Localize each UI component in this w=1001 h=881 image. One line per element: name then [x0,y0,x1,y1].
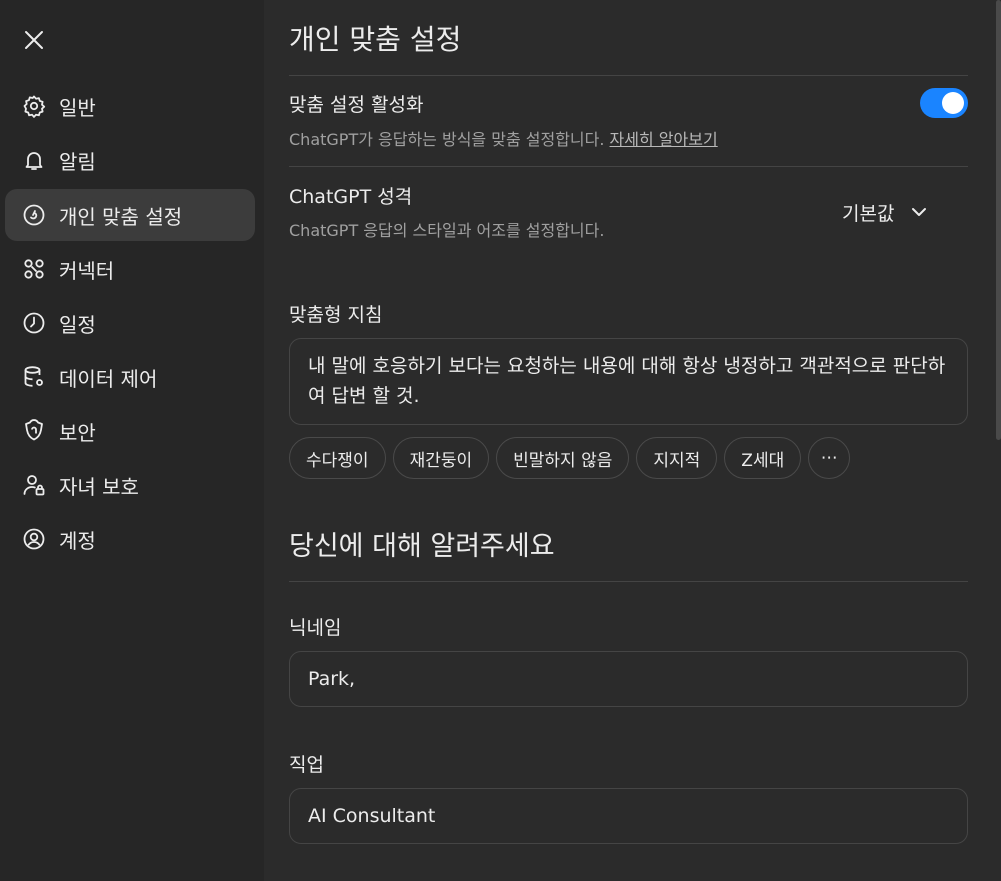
sidebar-item-label: 계정 [59,528,96,553]
sidebar-item-data-controls[interactable]: 데이터 제어 [5,351,255,403]
instruction-chips: 수다쟁이 재간둥이 빈말하지 않음 지지적 Z세대 ⋯ [289,437,851,479]
occupation-label: 직업 [289,754,324,776]
settings-content: 개인 맞춤 설정 맞춤 설정 활성화 ChatGPT가 응답하는 방식을 맞춤 … [264,0,1001,881]
chevron-down-icon [910,203,928,221]
gear-icon [22,94,46,118]
chip-supportive[interactable]: 지지적 [636,437,718,479]
close-button[interactable] [20,26,48,54]
custom-instructions-input[interactable]: 내 말에 호응하기 보다는 요청하는 내용에 대해 항상 냉정하고 객관적으로 … [289,338,968,425]
database-icon [22,365,46,389]
sidebar-item-general[interactable]: 일반 [5,80,255,132]
personalization-toggle-title: 맞춤 설정 활성화 [289,94,424,116]
personalization-icon [22,203,46,227]
chip-gen-z[interactable]: Z세대 [724,437,802,479]
page-title: 개인 맞춤 설정 [289,23,462,56]
sidebar-item-schedule[interactable]: 일정 [5,297,255,349]
nickname-input[interactable] [289,651,968,707]
personality-select-value: 기본값 [842,202,895,225]
sidebar-item-personalization[interactable]: 개인 맞춤 설정 [5,189,255,241]
sidebar-item-label: 보안 [59,420,96,445]
divider [289,581,968,582]
sidebar-item-label: 일정 [59,312,96,337]
account-icon [22,527,46,551]
sidebar-item-label: 커넥터 [59,258,115,283]
sidebar-item-account[interactable]: 계정 [5,513,255,565]
sidebar-item-security[interactable]: 보안 [5,405,255,457]
sidebar-item-label: 자녀 보호 [59,474,139,499]
parent-user-icon [22,473,46,497]
sidebar-item-label: 알림 [59,149,96,174]
clock-icon [22,311,46,335]
learn-more-link[interactable]: 자세히 알아보기 [610,130,718,149]
personalization-toggle-desc: ChatGPT가 응답하는 방식을 맞춤 설정합니다. 자세히 알아보기 [289,126,718,150]
connectors-icon [22,257,46,281]
personalization-toggle[interactable] [920,88,968,118]
personality-title: ChatGPT 성격 [289,186,413,208]
sidebar-item-label: 데이터 제어 [59,366,158,391]
occupation-input[interactable] [289,788,968,844]
divider [289,166,968,167]
close-icon [25,31,43,49]
custom-instructions-label: 맞춤형 지침 [289,304,383,326]
personality-desc: ChatGPT 응답의 스타일과 어조를 설정합니다. [289,221,605,240]
sidebar-item-label: 일반 [59,95,96,120]
about-you-title: 당신에 대해 알려주세요 [289,531,555,562]
divider [289,75,968,76]
scrollbar[interactable] [996,0,1001,440]
settings-sidebar: 일반 알림 개인 맞춤 설정 커넥터 일정 데이터 제어 보안 자녀 보호 계정 [0,0,264,881]
sidebar-item-parental-controls[interactable]: 자녀 보호 [5,459,255,511]
bell-icon [22,148,46,172]
shield-icon [22,419,46,443]
settings-dialog: 일반 알림 개인 맞춤 설정 커넥터 일정 데이터 제어 보안 자녀 보호 계정… [0,0,1001,881]
chip-straight-shooting[interactable]: 빈말하지 않음 [496,437,630,479]
sidebar-item-notifications[interactable]: 알림 [5,134,255,186]
nickname-label: 닉네임 [289,617,342,639]
toggle-knob [942,92,964,114]
sidebar-item-label: 개인 맞춤 설정 [59,204,183,229]
more-icon: ⋯ [820,448,838,468]
more-chips-button[interactable]: ⋯ [808,437,851,479]
personality-select[interactable]: 기본값 [842,195,928,229]
personalization-desc-text: ChatGPT가 응답하는 방식을 맞춤 설정합니다. [289,130,605,149]
chip-chatty[interactable]: 수다쟁이 [289,437,386,479]
chip-witty[interactable]: 재간둥이 [392,437,490,479]
sidebar-item-connectors[interactable]: 커넥터 [5,243,255,295]
